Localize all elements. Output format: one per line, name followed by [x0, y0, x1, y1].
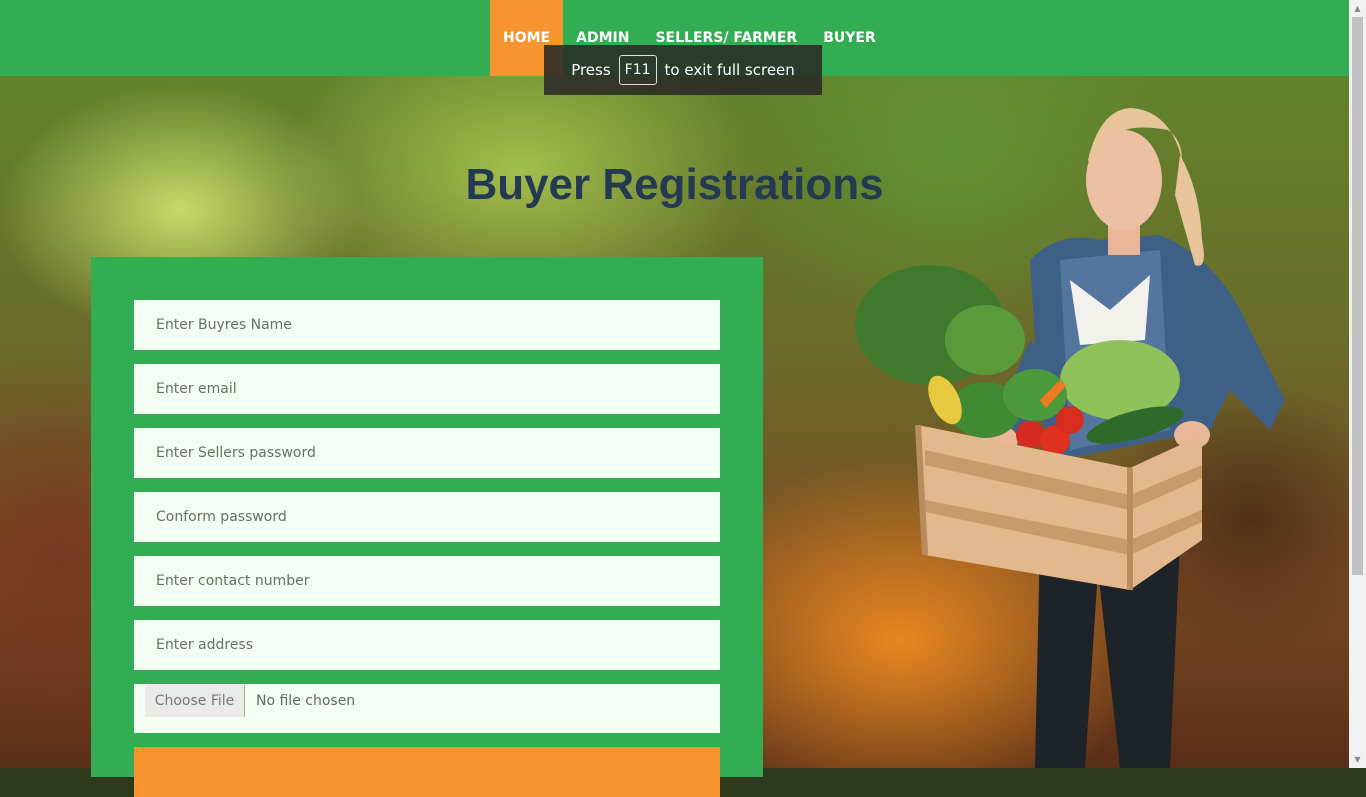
address-input[interactable]: [134, 620, 720, 670]
page-scrollbar[interactable]: ▲ ▼: [1349, 0, 1366, 768]
email-input[interactable]: [134, 364, 720, 414]
submit-button[interactable]: [134, 747, 720, 797]
contact-number-input[interactable]: [134, 556, 720, 606]
f11-key-badge: F11: [618, 55, 657, 85]
password-input[interactable]: [134, 428, 720, 478]
confirm-password-input[interactable]: [134, 492, 720, 542]
scroll-down-arrow-icon[interactable]: ▼: [1349, 751, 1366, 768]
fullscreen-notice: Press F11 to exit full screen: [544, 45, 822, 95]
registration-form-panel: Choose File No file chosen: [91, 257, 763, 797]
fullscreen-notice-prefix: Press: [571, 61, 611, 79]
file-upload-field[interactable]: Choose File No file chosen: [134, 684, 720, 733]
fullscreen-notice-suffix: to exit full screen: [664, 61, 795, 79]
scroll-thumb[interactable]: [1352, 17, 1363, 575]
choose-file-button[interactable]: Choose File: [145, 684, 245, 717]
page-title: Buyer Registrations: [465, 160, 884, 209]
scroll-up-arrow-icon[interactable]: ▲: [1349, 0, 1366, 17]
file-status-text: No file chosen: [256, 692, 356, 709]
buyer-name-input[interactable]: [134, 300, 720, 350]
